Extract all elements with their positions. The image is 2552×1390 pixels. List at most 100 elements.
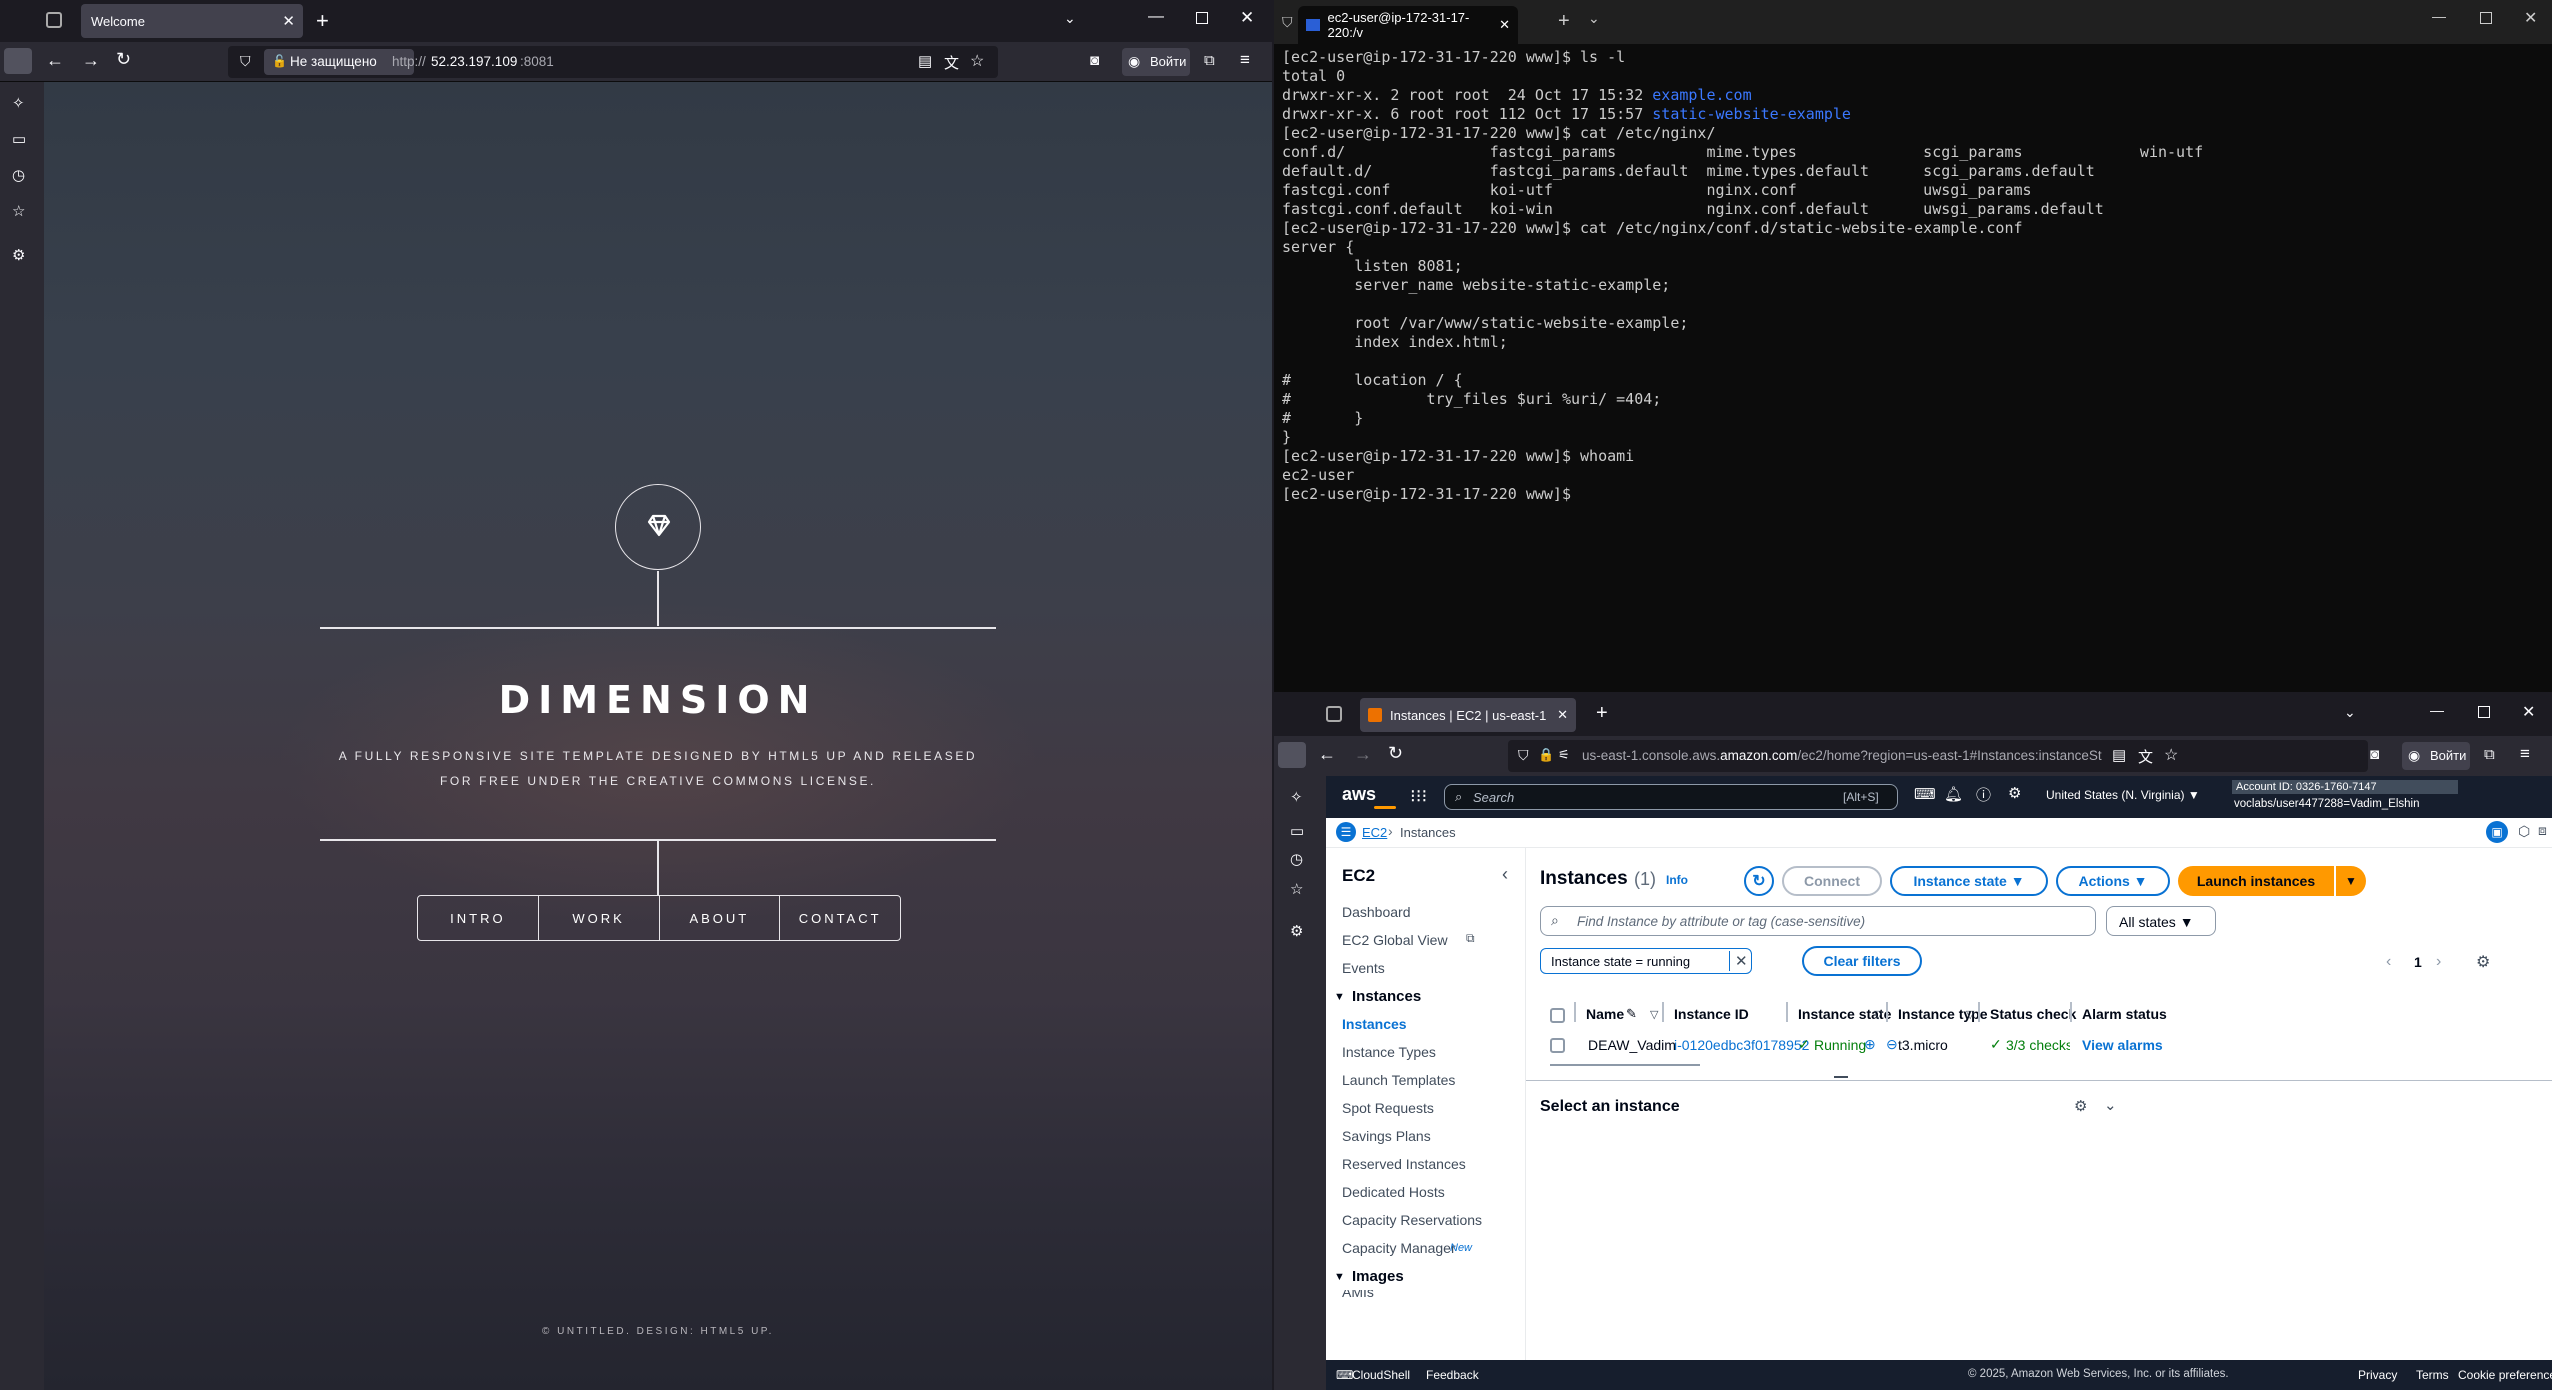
close-window-icon[interactable]: ✕ (1240, 8, 1254, 28)
tab-overview-icon[interactable] (1326, 706, 1342, 722)
col-instance-id[interactable]: Instance ID (1674, 1006, 1749, 1022)
account-user[interactable]: voclabs/user4477288=Vadim_Elshin (2234, 798, 2420, 810)
cloudshell-link[interactable]: CloudShell (1352, 1368, 1410, 1382)
chevron-down-icon[interactable]: ⌄ (2344, 704, 2356, 721)
nav-dashboard[interactable]: Dashboard (1342, 904, 1411, 920)
nav-reserved-instances[interactable]: Reserved Instances (1342, 1156, 1466, 1172)
nav-work[interactable]: WORK (539, 896, 660, 940)
new-tab-icon[interactable]: + (316, 8, 329, 34)
nav-intro[interactable]: INTRO (418, 896, 539, 940)
nav-global-view[interactable]: EC2 Global View (1342, 932, 1448, 948)
find-instance-input[interactable]: ⌕ Find Instance by attribute or tag (cas… (1540, 906, 2096, 936)
close-window-icon[interactable]: ✕ (2524, 8, 2537, 28)
settings-gear-icon[interactable]: ⚙ (12, 246, 25, 264)
aws-logo[interactable]: aws (1342, 784, 1376, 805)
reader-view-icon[interactable]: ▤ (918, 52, 932, 70)
table-row[interactable]: DEAW_Vadim i-0120edbc3f0178952 ✓ Running… (1540, 1028, 2552, 1064)
sort-icon[interactable]: ▽ (1966, 1008, 1974, 1021)
table-settings-icon[interactable]: ⚙ (2476, 952, 2490, 972)
screenshot-icon[interactable]: ◙ (2370, 746, 2379, 763)
extensions-icon[interactable]: ⧉ (1204, 52, 1215, 69)
col-alarm-status[interactable]: Alarm status (2082, 1006, 2167, 1022)
nav-capacity-manager[interactable]: Capacity Manager (1342, 1240, 1456, 1256)
menu-icon[interactable]: ≡ (2520, 744, 2530, 764)
translate-icon[interactable]: 文 (944, 52, 959, 73)
terminal-output[interactable]: [ec2-user@ip-172-31-17-220 www]$ ls -l to… (1282, 48, 2203, 504)
collapse-nav-icon[interactable]: ‹ (1502, 864, 1508, 885)
notifications-icon[interactable]: ⬡ (2518, 823, 2530, 840)
back-icon[interactable]: ← (46, 50, 64, 71)
minimize-icon[interactable]: — (2430, 702, 2444, 718)
nav-savings-plans[interactable]: Savings Plans (1342, 1128, 1431, 1144)
maximize-icon[interactable] (1196, 12, 1208, 24)
nav-events[interactable]: Events (1342, 960, 1385, 976)
settings-gear-icon[interactable]: ⚙ (1290, 922, 1303, 940)
synced-tabs-icon[interactable]: ▭ (12, 130, 26, 148)
cookies-link[interactable]: Cookie preferences (2458, 1368, 2552, 1382)
extensions-icon[interactable]: ⧉ (2484, 746, 2495, 763)
terms-link[interactable]: Terms (2416, 1368, 2449, 1382)
nav-dedicated-hosts[interactable]: Dedicated Hosts (1342, 1184, 1445, 1200)
instance-state-button[interactable]: Instance state ▼ (1890, 866, 2048, 896)
menu-icon[interactable]: ≡ (1240, 50, 1250, 70)
nav-instance-types[interactable]: Instance Types (1342, 1044, 1436, 1060)
remove-filter-icon[interactable]: ✕ (1735, 952, 1748, 970)
next-page-icon[interactable]: › (2436, 953, 2441, 971)
zoom-out-icon[interactable]: ⊖ (1886, 1036, 1898, 1053)
zoom-in-icon[interactable]: ⊕ (1864, 1036, 1876, 1053)
aws-search[interactable]: ⌕ Search [Alt+S] (1444, 784, 1898, 810)
nav-about[interactable]: ABOUT (660, 896, 781, 940)
chevron-down-icon[interactable]: ⌄ (1064, 10, 1076, 27)
terminal-tab[interactable]: ec2-user@ip-172-31-17-220:/v ✕ (1298, 6, 1518, 44)
tab-welcome[interactable]: Welcome ✕ (81, 4, 303, 38)
cell-instance-id[interactable]: i-0120edbc3f0178952 (1674, 1037, 1809, 1053)
services-grid-icon[interactable]: ⁝⁝⁝ (1410, 786, 1427, 807)
close-tab-icon[interactable]: ✕ (1557, 707, 1568, 723)
nav-section-instances[interactable]: Instances (1352, 988, 1421, 1005)
feedback-icon[interactable]: ⧈ (2538, 822, 2547, 839)
bookmark-star-icon[interactable]: ☆ (970, 51, 984, 71)
new-tab-icon[interactable]: + (1558, 10, 1570, 33)
shield-icon[interactable]: ⛉ (240, 53, 251, 70)
sort-icon[interactable]: ▽ (1874, 1008, 1882, 1021)
caret-down-icon[interactable]: ▼ (1334, 1271, 1345, 1283)
prev-page-icon[interactable]: ‹ (2386, 953, 2391, 971)
maximize-icon[interactable] (2478, 706, 2490, 718)
close-window-icon[interactable]: ✕ (2522, 702, 2535, 722)
account-button[interactable]: ◉ Войти (2402, 742, 2470, 770)
account-id-badge[interactable]: Account ID: 0326-1760-7147 (2232, 780, 2458, 794)
minimize-icon[interactable]: — (1148, 8, 1164, 26)
close-tab-icon[interactable]: ✕ (282, 12, 295, 30)
privacy-link[interactable]: Privacy (2358, 1368, 2397, 1382)
nav-section-images[interactable]: Images (1352, 1268, 1404, 1285)
settings-gear-icon[interactable]: ⚙ (2074, 1097, 2087, 1115)
back-icon[interactable]: ← (1318, 744, 1336, 765)
cloudshell-icon[interactable]: ⌨ (1914, 785, 1936, 803)
refresh-icon[interactable]: ↻ (1744, 866, 1774, 896)
reload-icon[interactable]: ↻ (1388, 743, 1403, 764)
ai-chat-icon[interactable]: ✧ (1290, 788, 1303, 806)
horizontal-scrollbar[interactable] (1550, 1064, 1700, 1066)
bookmarks-icon[interactable]: ☆ (12, 202, 25, 220)
nav-capacity-reservations[interactable]: Capacity Reservations (1342, 1212, 1482, 1228)
nav-launch-templates[interactable]: Launch Templates (1342, 1072, 1455, 1088)
bell-icon[interactable]: 🔔︎ (1944, 785, 1963, 803)
sidebar-toggle-icon[interactable] (4, 48, 32, 74)
translate-icon[interactable]: 文 (2138, 746, 2153, 767)
col-status-check[interactable]: Status check (1990, 1006, 2076, 1022)
all-states-select[interactable]: All states ▼ (2106, 906, 2216, 936)
tab-instances[interactable]: Instances | EC2 | us-east-1 ✕ (1360, 698, 1576, 732)
sidebar-toggle-icon[interactable] (1278, 742, 1306, 768)
maximize-icon[interactable] (2480, 12, 2492, 24)
page-number[interactable]: 1 (2414, 954, 2422, 970)
info-link[interactable]: Info (1666, 873, 1688, 887)
region-selector[interactable]: United States (N. Virginia) ▼ (2046, 788, 2200, 802)
cloudshell-icon[interactable]: ⌨ (1336, 1368, 1353, 1382)
shield-icon[interactable]: ⛉ (1518, 747, 1529, 764)
view-alarms-link[interactable]: View alarms (2082, 1037, 2163, 1053)
actions-button[interactable]: Actions ▼ (2056, 866, 2170, 896)
history-icon[interactable]: ◷ (12, 166, 25, 184)
drag-handle[interactable] (1834, 1076, 1848, 1078)
connect-button[interactable]: Connect (1782, 866, 1882, 896)
launch-instances-button[interactable]: Launch instances (2178, 866, 2334, 896)
